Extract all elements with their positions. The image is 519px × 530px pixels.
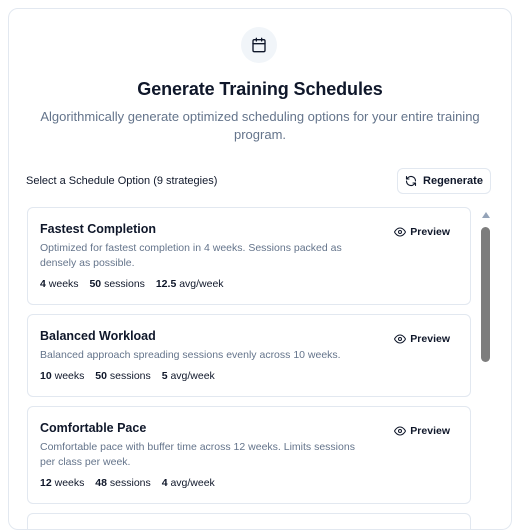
preview-button[interactable]: Preview [394, 425, 450, 437]
sessions-value: 48 [95, 477, 107, 489]
weeks-unit: weeks [48, 278, 79, 290]
schedule-option-balanced[interactable]: Balanced Workload Balanced approach spre… [27, 314, 471, 397]
page-subtitle: Algorithmically generate optimized sched… [40, 109, 480, 142]
regenerate-button[interactable]: Regenerate [397, 168, 491, 194]
options-scrollbar[interactable] [481, 212, 491, 529]
sessions-unit: sessions [109, 370, 151, 382]
eye-icon [394, 227, 407, 237]
generate-schedules-panel: Generate Training Schedules Algorithmica… [8, 8, 512, 530]
eye-icon [394, 334, 407, 344]
eye-icon [394, 426, 407, 436]
calendar-icon [252, 37, 266, 53]
weeks-value: 4 [40, 278, 46, 290]
option-name: Comfortable Pace [40, 421, 147, 435]
sessions-unit: sessions [109, 477, 151, 489]
option-name: Balanced Workload [40, 329, 156, 343]
avg-unit: avg/week [170, 477, 215, 489]
refresh-icon [405, 175, 417, 187]
weeks-unit: weeks [54, 477, 85, 489]
preview-button[interactable]: Preview [394, 333, 450, 345]
weeks-value: 10 [40, 370, 52, 382]
option-description: Balanced approach spreading sessions eve… [40, 349, 341, 361]
weeks-unit: weeks [54, 370, 85, 382]
option-stats: 12 weeks 48 sessions 4 avg/week [40, 477, 215, 489]
preview-label: Preview [410, 333, 450, 345]
schedule-option-fastest[interactable]: Fastest Completion Optimized for fastest… [27, 207, 471, 305]
option-stats: 10 weeks 50 sessions 5 avg/week [40, 370, 215, 382]
avg-value: 12.5 [155, 278, 177, 290]
page-title: Generate Training Schedules [137, 79, 383, 99]
scrollbar-thumb[interactable] [481, 227, 490, 362]
sessions-value: 50 [89, 278, 102, 290]
sessions-unit: sessions [104, 278, 145, 290]
sessions-value: 50 [95, 370, 107, 382]
option-stats: 4 weeks 50 sessions 12.5 avg/week [40, 278, 224, 290]
option-description: Comfortable pace with buffer time across… [40, 441, 355, 468]
preview-button[interactable]: Preview [394, 226, 450, 238]
regenerate-label: Regenerate [423, 175, 483, 187]
option-name: Fastest Completion [40, 222, 156, 236]
avg-value: 4 [161, 477, 168, 489]
schedule-option-label: Select a Schedule Option (9 strategies) [26, 175, 218, 187]
scroll-up-arrow-icon[interactable] [482, 212, 490, 218]
option-description: Optimized for fastest completion in 4 we… [40, 242, 342, 269]
preview-label: Preview [410, 226, 450, 238]
header-icon-badge [241, 27, 277, 63]
preview-label: Preview [410, 425, 450, 437]
weeks-value: 12 [40, 477, 52, 489]
avg-value: 5 [161, 370, 168, 382]
schedule-option-comfortable[interactable]: Comfortable Pace Comfortable pace with b… [27, 406, 471, 504]
avg-unit: avg/week [179, 278, 224, 290]
avg-unit: avg/week [170, 370, 215, 382]
